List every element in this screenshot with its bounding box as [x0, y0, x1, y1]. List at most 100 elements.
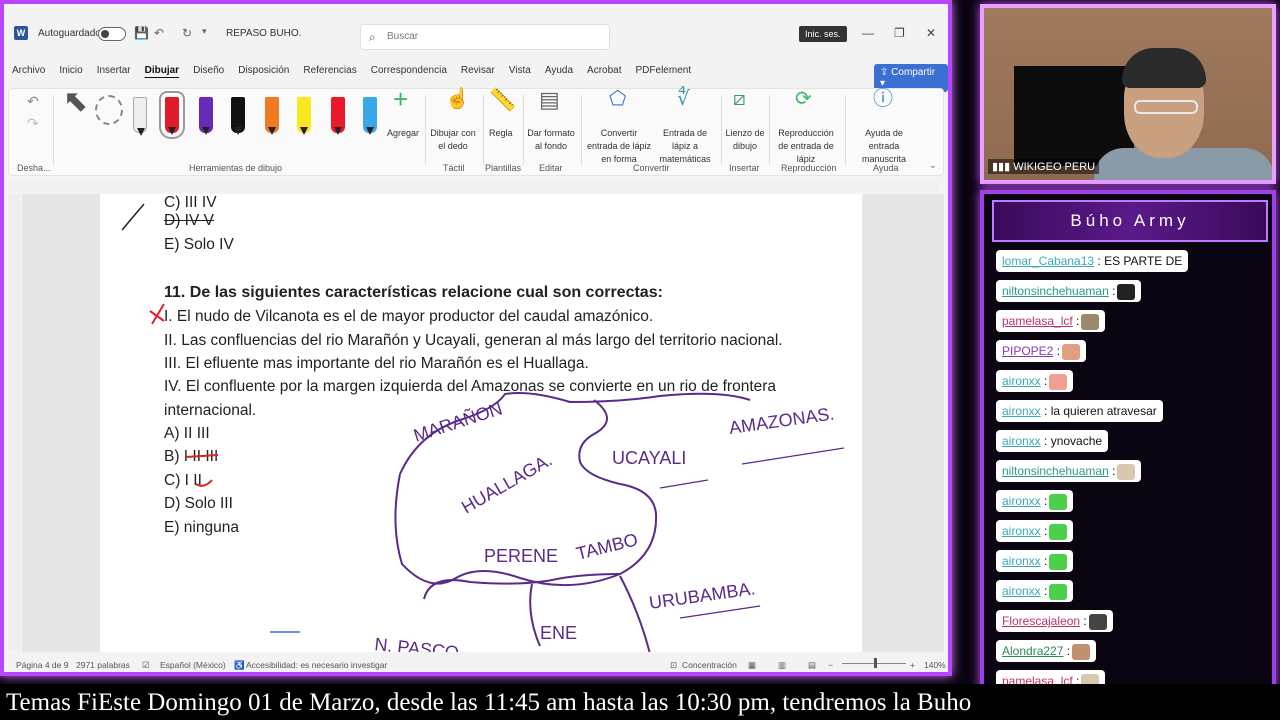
ink-to-math-icon[interactable]: ∜ [677, 89, 690, 109]
read-mode-icon[interactable]: ▦ [748, 660, 756, 671]
restore-icon[interactable]: ❐ [894, 26, 905, 40]
redo-icon[interactable]: ↷ [27, 116, 39, 130]
word-count[interactable]: 2971 palabras [76, 660, 130, 670]
tab-acrobat[interactable]: Acrobat [587, 62, 621, 82]
background-format-label[interactable]: Dar formato al fondo [525, 127, 577, 153]
undo-icon[interactable]: ↶ [27, 94, 39, 108]
tab-insertar[interactable]: Insertar [97, 62, 131, 82]
replay-icon[interactable]: ⟳ [795, 89, 812, 109]
add-pen-icon[interactable]: + [393, 86, 408, 112]
zoom-level[interactable]: 140% [924, 660, 946, 670]
replay-label[interactable]: Reproducción de entrada de lápiz [773, 127, 839, 166]
background-format-icon[interactable]: ▤ [539, 89, 560, 111]
map-label-perene: PERENE [484, 546, 558, 566]
help-icon[interactable]: ⓘ [873, 89, 893, 109]
tab-archivo[interactable]: Archivo [12, 62, 45, 82]
chat-username[interactable]: aironxx [1002, 584, 1041, 598]
purple-pen-icon[interactable] [199, 97, 213, 135]
chat-username[interactable]: Florescajaleon [1002, 614, 1080, 628]
canvas-icon[interactable]: ⧄ [733, 89, 746, 109]
eraser-icon[interactable] [133, 97, 147, 136]
search-input[interactable]: ⌕ Buscar [360, 24, 610, 50]
select-arrow-icon[interactable]: ⬉ [63, 87, 88, 117]
ink-overlay: MARAÑON AMAZONAS. UCAYALI HUALLAGA. PERE… [121, 203, 845, 652]
black-pen-icon[interactable] [231, 97, 245, 135]
autosave-toggle[interactable] [98, 27, 126, 41]
minimize-icon[interactable]: — [862, 26, 874, 40]
chat-message: aironxx : [996, 490, 1074, 512]
tab-diseno[interactable]: Diseño [193, 62, 224, 82]
chat-username[interactable]: PIPOPE2 [1002, 344, 1053, 358]
chat-username[interactable]: aironxx [1002, 434, 1041, 448]
tab-revisar[interactable]: Revisar [461, 62, 495, 82]
tab-dibujar[interactable]: Dibujar [145, 62, 179, 82]
signin-button[interactable]: Inic. ses. [799, 26, 847, 42]
presenter-hair [1122, 48, 1206, 88]
customize-icon[interactable]: ▾ [202, 26, 207, 37]
undo-icon[interactable]: ↶ [154, 26, 164, 40]
orange-pen-icon[interactable] [265, 97, 279, 135]
close-icon[interactable]: ✕ [926, 26, 936, 40]
tab-pdfelement[interactable]: PDFelement [636, 62, 692, 82]
finger-draw-label[interactable]: Dibujar con el dedo [427, 127, 479, 153]
chat-username[interactable]: niltonsinchehuaman [1002, 464, 1109, 478]
chat-username[interactable]: aironxx [1002, 404, 1041, 418]
spellcheck-icon[interactable]: ☑ [142, 660, 150, 671]
red-pen-icon[interactable] [159, 91, 185, 139]
yellow-highlighter-icon[interactable] [297, 97, 311, 135]
chat-text: : [1040, 494, 1048, 508]
zoom-thumb[interactable] [874, 658, 877, 668]
ink-to-shape-label[interactable]: Convertir entrada de lápiz en forma [585, 127, 653, 166]
print-layout-icon[interactable]: ▥ [778, 660, 786, 671]
tab-vista[interactable]: Vista [509, 62, 531, 82]
focus-icon[interactable]: ⊡ [670, 660, 677, 671]
chat-username[interactable]: aironxx [1002, 524, 1041, 538]
tab-ayuda[interactable]: Ayuda [545, 62, 573, 82]
vertical-ruler[interactable] [8, 194, 20, 650]
drawing-tools-group-label: Herramientas de dibujo [189, 163, 283, 173]
ink-help-label[interactable]: Ayuda de entrada manuscrita [849, 127, 919, 166]
zoom-out-icon[interactable]: − [828, 660, 833, 670]
blue-highlighter-icon[interactable] [363, 97, 377, 135]
ruler-icon[interactable]: 📏 [489, 89, 516, 111]
red-highlighter-icon[interactable] [331, 97, 345, 135]
collapse-ribbon-icon[interactable]: ⌄ [929, 159, 937, 172]
document-page[interactable]: C) III IV D) IV V E) Solo IV 11. De las … [100, 194, 862, 652]
tab-inicio[interactable]: Inicio [59, 62, 82, 82]
touch-draw-icon[interactable]: ☝ [445, 89, 470, 109]
search-placeholder: Buscar [387, 31, 419, 42]
chat-username[interactable]: aironxx [1002, 374, 1041, 388]
ruler-label[interactable]: Regla [489, 127, 513, 140]
chat-username[interactable]: pamelasa_lcf [1002, 314, 1073, 328]
ink-to-shape-icon[interactable]: ⬠ [609, 89, 626, 109]
chat-username[interactable]: lomar_Cabana13 [1002, 254, 1094, 268]
redo-icon[interactable]: ↻ [182, 26, 192, 40]
map-label-huallaga: HUALLAGA. [458, 450, 556, 518]
emote-icon [1049, 583, 1068, 600]
chat-username[interactable]: niltonsinchehuaman [1002, 284, 1109, 298]
focus-mode[interactable]: Concentración [682, 660, 737, 670]
page-count[interactable]: Página 4 de 9 [16, 660, 68, 670]
language[interactable]: Español (México) [160, 660, 226, 670]
horizontal-ruler[interactable] [8, 180, 938, 192]
web-layout-icon[interactable]: ▤ [808, 660, 816, 671]
edit-group-label: Editar [539, 163, 563, 173]
tab-disposicion[interactable]: Disposición [238, 62, 289, 82]
tab-correspondencia[interactable]: Correspondencia [371, 62, 447, 82]
accessibility-icon[interactable]: ♿ [234, 660, 245, 671]
lasso-icon[interactable] [95, 95, 123, 125]
tab-referencias[interactable]: Referencias [303, 62, 356, 82]
ink-to-math-label[interactable]: Entrada de lápiz a matemáticas [653, 127, 717, 166]
chat-text: : [1063, 644, 1071, 658]
chat-username[interactable]: Alondra227 [1002, 644, 1063, 658]
canvas-label[interactable]: Lienzo de dibujo [725, 127, 765, 153]
accessibility-status[interactable]: Accesibilidad: es necesario investigar [246, 660, 387, 670]
chat-username[interactable]: aironxx [1002, 554, 1041, 568]
zoom-in-icon[interactable]: + [910, 660, 915, 670]
add-pen-label[interactable]: Agregar [387, 127, 419, 140]
chat-username[interactable]: aironxx [1002, 494, 1041, 508]
doc-name[interactable]: REPASO BUHO. [226, 28, 301, 39]
save-icon[interactable]: 💾 [134, 26, 149, 40]
document-area[interactable]: C) III IV D) IV V E) Solo IV 11. De las … [22, 194, 944, 652]
autosave-label: Autoguardado [38, 28, 101, 39]
